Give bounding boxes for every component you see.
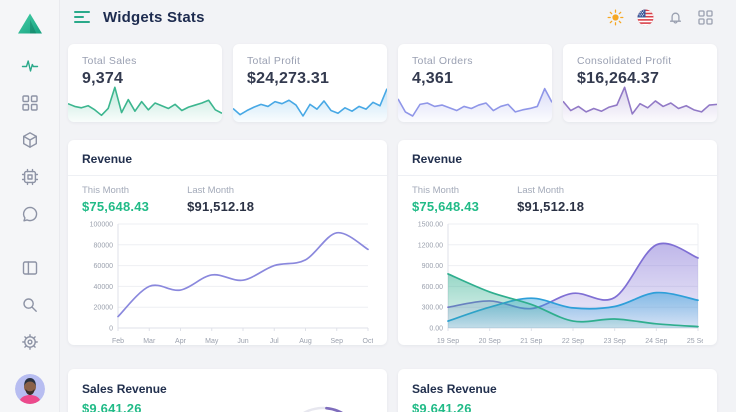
this-month-label: This Month — [82, 185, 149, 196]
grid-icon[interactable] — [21, 94, 39, 112]
revenue-area-chart: 0.00 300.00 600.00 900.00 1200.00 1500.00 19 S… — [412, 216, 703, 345]
revenue-row: Revenue This Month $75,648.43 Last Month… — [68, 140, 717, 345]
sparkline-chart — [563, 84, 717, 122]
svg-text:60000: 60000 — [94, 263, 114, 270]
this-month-block: This Month $75,648.43 — [82, 185, 149, 214]
card-title: Revenue — [398, 152, 717, 176]
stat-label: Total Sales — [82, 55, 208, 67]
this-month-value: $75,648.43 — [412, 199, 479, 214]
card-title: Revenue — [68, 152, 387, 176]
gauge-chart — [597, 375, 709, 412]
stat-card-total-sales: Total Sales 9,374 — [68, 44, 222, 122]
svg-text:1200.00: 1200.00 — [418, 242, 443, 249]
svg-text:40000: 40000 — [94, 284, 114, 291]
svg-text:Jun: Jun — [237, 338, 248, 345]
svg-text:22 Sep: 22 Sep — [562, 338, 584, 345]
stat-label: Total Profit — [247, 55, 373, 67]
chat-icon[interactable] — [21, 205, 39, 223]
chip-icon[interactable] — [21, 168, 39, 186]
svg-text:1500.00: 1500.00 — [418, 222, 443, 229]
sparkline-chart — [68, 84, 222, 122]
svg-text:Aug: Aug — [299, 338, 312, 345]
sparkline-chart — [398, 84, 552, 122]
svg-text:600.00: 600.00 — [422, 284, 444, 291]
svg-text:0: 0 — [109, 326, 113, 333]
svg-text:Oct: Oct — [363, 338, 373, 345]
sales-revenue-gauge-card: Sales Revenue $9,641.26 — [398, 369, 717, 412]
svg-text:Apr: Apr — [175, 338, 187, 345]
revenue-summary: This Month $75,648.43 Last Month $91,512… — [82, 185, 373, 214]
svg-text:Mar: Mar — [143, 338, 156, 345]
svg-text:300.00: 300.00 — [422, 305, 444, 312]
revenue-monthly-card: Revenue This Month $75,648.43 Last Month… — [68, 140, 387, 345]
cube-icon[interactable] — [21, 131, 39, 149]
app-logo[interactable] — [17, 10, 43, 41]
svg-text:19 Sep: 19 Sep — [437, 338, 459, 345]
header-actions — [607, 9, 714, 26]
stat-label: Consolidated Profit — [577, 55, 703, 67]
stats-row: Total Sales 9,374 Total Profit $24,273.3… — [68, 44, 717, 122]
this-month-value: $75,648.43 — [82, 199, 149, 214]
last-month-label: Last Month — [517, 185, 584, 196]
sales-revenue-row: Sales Revenue $9,641.26 Sales Revenue $9… — [68, 369, 717, 412]
apps-grid-icon[interactable] — [697, 9, 714, 26]
activity-icon[interactable] — [21, 57, 39, 75]
revenue-summary: This Month $75,648.43 Last Month $91,512… — [412, 185, 703, 214]
svg-text:24 Sep: 24 Sep — [645, 338, 667, 345]
revenue-daily-card: Revenue This Month $75,648.43 Last Month… — [398, 140, 717, 345]
svg-text:Feb: Feb — [112, 338, 124, 345]
svg-text:0.00: 0.00 — [429, 326, 443, 333]
last-month-label: Last Month — [187, 185, 254, 196]
layout-icon[interactable] — [21, 259, 39, 277]
menu-toggle-icon[interactable] — [74, 11, 91, 23]
top-header: Widgets Stats — [60, 0, 736, 34]
stat-card-total-orders: Total Orders 4,361 — [398, 44, 552, 122]
stat-label: Total Orders — [412, 55, 538, 67]
main-content: Total Sales 9,374 Total Profit $24,273.3… — [68, 34, 717, 412]
stat-card-consolidated-profit: Consolidated Profit $16,264.37 — [563, 44, 717, 122]
user-avatar[interactable] — [15, 374, 45, 404]
svg-text:Jul: Jul — [270, 338, 279, 345]
svg-text:May: May — [205, 338, 219, 345]
sparkline-chart — [233, 84, 387, 122]
svg-text:900.00: 900.00 — [422, 263, 444, 270]
gear-icon[interactable] — [21, 333, 39, 351]
bell-icon[interactable] — [667, 9, 684, 26]
svg-text:25 Sep: 25 Sep — [687, 338, 703, 345]
svg-text:100000: 100000 — [90, 222, 113, 229]
svg-text:Sep: Sep — [331, 338, 344, 345]
sidebar — [0, 0, 60, 412]
flag-us-icon[interactable] — [637, 9, 654, 26]
svg-text:23 Sep: 23 Sep — [604, 338, 626, 345]
sales-revenue-donut-card: Sales Revenue $9,641.26 — [68, 369, 387, 412]
last-month-value: $91,512.18 — [187, 199, 254, 214]
sun-icon[interactable] — [607, 9, 624, 26]
sidebar-bottom-nav — [15, 259, 45, 404]
this-month-label: This Month — [412, 185, 479, 196]
page-title: Widgets Stats — [103, 9, 205, 26]
sidebar-nav — [21, 57, 39, 223]
stat-card-total-profit: Total Profit $24,273.31 — [233, 44, 387, 122]
revenue-line-chart: 0 20000 40000 60000 80000 100000 Feb Mar Apr May J… — [82, 216, 373, 345]
svg-text:21 Sep: 21 Sep — [520, 338, 542, 345]
search-icon[interactable] — [21, 296, 39, 314]
last-month-block: Last Month $91,512.18 — [187, 185, 254, 214]
svg-text:80000: 80000 — [94, 242, 114, 249]
svg-text:20000: 20000 — [94, 305, 114, 312]
this-month-block: This Month $75,648.43 — [412, 185, 479, 214]
last-month-value: $91,512.18 — [517, 199, 584, 214]
last-month-block: Last Month $91,512.18 — [517, 185, 584, 214]
svg-text:20 Sep: 20 Sep — [479, 338, 501, 345]
donut-chart — [267, 375, 379, 412]
